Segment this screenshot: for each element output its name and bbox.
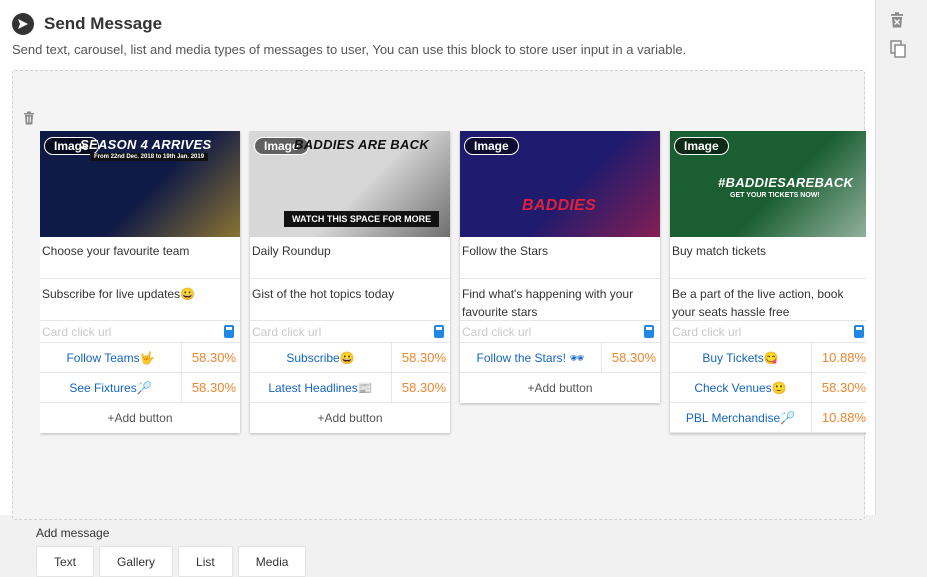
- card-button-row: Buy Tickets😋 10.88%: [670, 343, 866, 373]
- button-click-rate: 58.30%: [191, 380, 236, 395]
- card-button-row: Subscribe😀 58.30%: [250, 343, 450, 373]
- image-subline: From 22nd Dec. 2018 to 19th Jan. 2019: [90, 153, 209, 161]
- add-message-label: Add message: [36, 526, 110, 540]
- message-type-media-button[interactable]: Media: [237, 546, 307, 577]
- card-click-url-placeholder: Card click url: [252, 325, 322, 339]
- button-click-rate: 58.30%: [821, 380, 866, 395]
- card-subtitle[interactable]: Be a part of the live action, book your …: [670, 279, 866, 321]
- mobile-icon[interactable]: [434, 325, 444, 338]
- button-click-rate: 10.88%: [821, 410, 866, 425]
- card-button-row: See Fixtures🏸 58.30%: [40, 373, 240, 403]
- button-click-rate: 58.30%: [401, 380, 446, 395]
- image-headline: #BADDIESAREBACK: [718, 175, 854, 190]
- card-button[interactable]: Follow Teams🤟: [40, 343, 182, 372]
- mobile-icon[interactable]: [854, 325, 864, 338]
- block-description: Send text, carousel, list and media type…: [12, 42, 687, 57]
- carousel: Image SEASON 4 ARRIVES From 22nd Dec. 2018…: [40, 131, 866, 511]
- message-block: Image SEASON 4 ARRIVES From 22nd Dec. 2018…: [12, 70, 866, 577]
- card-button[interactable]: Check Venues🙂: [670, 373, 812, 402]
- card-title[interactable]: Buy match tickets: [670, 237, 866, 279]
- card-title[interactable]: Choose your favourite team: [40, 237, 240, 279]
- card-button[interactable]: Subscribe😀: [250, 343, 392, 372]
- button-click-rate: 10.88%: [821, 350, 866, 365]
- image-subline: GET YOUR TICKETS NOW!: [730, 192, 820, 199]
- block-header: Send Message: [12, 12, 162, 36]
- card-click-url-input[interactable]: Card click url: [40, 321, 240, 343]
- card-click-url-input[interactable]: Card click url: [460, 321, 660, 343]
- mobile-icon[interactable]: [644, 325, 654, 338]
- mobile-icon[interactable]: [224, 325, 234, 338]
- card-click-url-placeholder: Card click url: [672, 325, 742, 339]
- card-button-row: Follow Teams🤟 58.30%: [40, 343, 240, 373]
- card-button-row: Follow the Stars! 🕶 58.30%: [460, 343, 660, 373]
- card-click-url-input[interactable]: Card click url: [250, 321, 450, 343]
- card-title[interactable]: Daily Roundup: [250, 237, 450, 279]
- send-icon: [12, 13, 34, 35]
- card-button-row: Latest Headlines📰 58.30%: [250, 373, 450, 403]
- image-headline: SEASON 4 ARRIVES: [80, 137, 212, 152]
- image-subline: WATCH THIS SPACE FOR MORE: [284, 211, 440, 227]
- carousel-card: Image SEASON 4 ARRIVES From 22nd Dec. 2018…: [40, 131, 240, 433]
- button-click-rate: 58.30%: [401, 350, 446, 365]
- card-button[interactable]: Follow the Stars! 🕶: [460, 343, 602, 372]
- card-button[interactable]: Latest Headlines📰: [250, 373, 392, 402]
- card-click-url-placeholder: Card click url: [42, 325, 112, 339]
- message-type-list-button[interactable]: List: [178, 546, 233, 577]
- block-title: Send Message: [44, 14, 163, 33]
- button-click-rate: 58.30%: [191, 350, 236, 365]
- card-subtitle[interactable]: Gist of the hot topics today: [250, 279, 450, 321]
- card-subtitle[interactable]: Find what's happening with your favourit…: [460, 279, 660, 321]
- trash-icon[interactable]: [23, 111, 35, 125]
- carousel-card: Image BADDIES ARE BACK WATCH THIS SPACE FO…: [250, 131, 450, 433]
- card-click-url-placeholder: Card click url: [462, 325, 532, 339]
- card-click-url-input[interactable]: Card click url: [670, 321, 866, 343]
- card-image[interactable]: Image #BADDIESAREBACK GET YOUR TICKETS NOW…: [670, 131, 866, 237]
- message-type-buttons: Text Gallery List Media: [36, 546, 307, 577]
- send-message-panel: Send Message Send text, carousel, list a…: [0, 0, 876, 577]
- card-image[interactable]: Image BADDIES ARE BACK WATCH THIS SPACE FO…: [250, 131, 450, 237]
- image-badge: Image: [674, 137, 729, 155]
- card-image[interactable]: Image BADDIES: [460, 131, 660, 237]
- add-button-link[interactable]: +Add button: [250, 403, 450, 433]
- trash-icon[interactable]: [890, 12, 906, 30]
- copy-icon[interactable]: [890, 40, 906, 58]
- card-title[interactable]: Follow the Stars: [460, 237, 660, 279]
- card-button[interactable]: See Fixtures🏸: [40, 373, 182, 402]
- card-button[interactable]: Buy Tickets😋: [670, 343, 812, 372]
- image-badge: Image: [464, 137, 519, 155]
- card-button-row: PBL Merchandise🏸 10.88%: [670, 403, 866, 433]
- card-image[interactable]: Image SEASON 4 ARRIVES From 22nd Dec. 2018…: [40, 131, 240, 237]
- add-button-link[interactable]: +Add button: [460, 373, 660, 403]
- card-button[interactable]: PBL Merchandise🏸: [670, 403, 812, 432]
- card-subtitle[interactable]: Subscribe for live updates😀: [40, 279, 240, 321]
- message-type-text-button[interactable]: Text: [36, 546, 95, 577]
- side-toolbar: [890, 12, 906, 68]
- message-type-gallery-button[interactable]: Gallery: [99, 546, 174, 577]
- carousel-card: Image #BADDIESAREBACK GET YOUR TICKETS NOW…: [670, 131, 866, 433]
- card-button-row: Check Venues🙂 58.30%: [670, 373, 866, 403]
- button-click-rate: 58.30%: [611, 350, 656, 365]
- image-headline: BADDIES: [522, 197, 597, 214]
- carousel-card: Image BADDIES Follow the Stars Find what's …: [460, 131, 660, 403]
- add-button-link[interactable]: +Add button: [40, 403, 240, 433]
- image-headline: BADDIES ARE BACK: [294, 137, 430, 152]
